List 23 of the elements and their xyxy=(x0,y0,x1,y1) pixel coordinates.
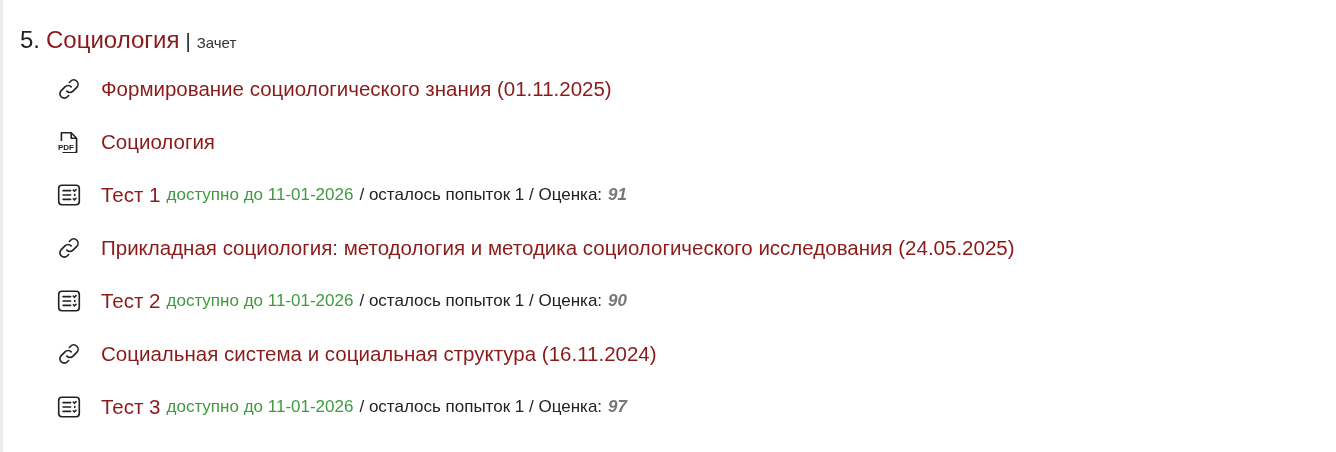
attempts-text: / осталось попыток 1 / Оценка: xyxy=(359,184,603,205)
checklist-icon xyxy=(56,393,82,420)
checklist-icon xyxy=(56,181,82,208)
assessment-type: Зачет xyxy=(196,34,237,51)
checklist-icon xyxy=(56,287,82,314)
document-link[interactable]: Социология xyxy=(101,129,215,154)
grade-value: 90 xyxy=(608,290,627,311)
test-link[interactable]: Тест 1 xyxy=(101,182,161,207)
availability-text: доступно до 11-01-2026 xyxy=(166,290,354,311)
grade-value: 97 xyxy=(608,396,627,417)
section-number: 5. xyxy=(20,26,40,54)
course-title-link[interactable]: Социология xyxy=(46,26,180,54)
resource-link[interactable]: Социальная система и социальная структура (16.11.2024) xyxy=(101,341,657,366)
resource-link[interactable]: Прикладная социология: методология и методика социологического исследования (24.05.2025) xyxy=(101,235,1015,260)
grade-value: 91 xyxy=(608,184,627,205)
test-link[interactable]: Тест 2 xyxy=(101,288,161,313)
resource-link[interactable]: Формирование социологического знания (01.11.2025) xyxy=(101,76,612,101)
attempts-text: / осталось попыток 1 / Оценка: xyxy=(359,396,603,417)
availability-text: доступно до 11-01-2026 xyxy=(166,184,354,205)
attempts-text: / осталось попыток 1 / Оценка: xyxy=(359,290,603,311)
availability-text: доступно до 11-01-2026 xyxy=(166,396,354,417)
separator: | xyxy=(185,30,191,53)
test-link[interactable]: Тест 3 xyxy=(101,394,161,419)
